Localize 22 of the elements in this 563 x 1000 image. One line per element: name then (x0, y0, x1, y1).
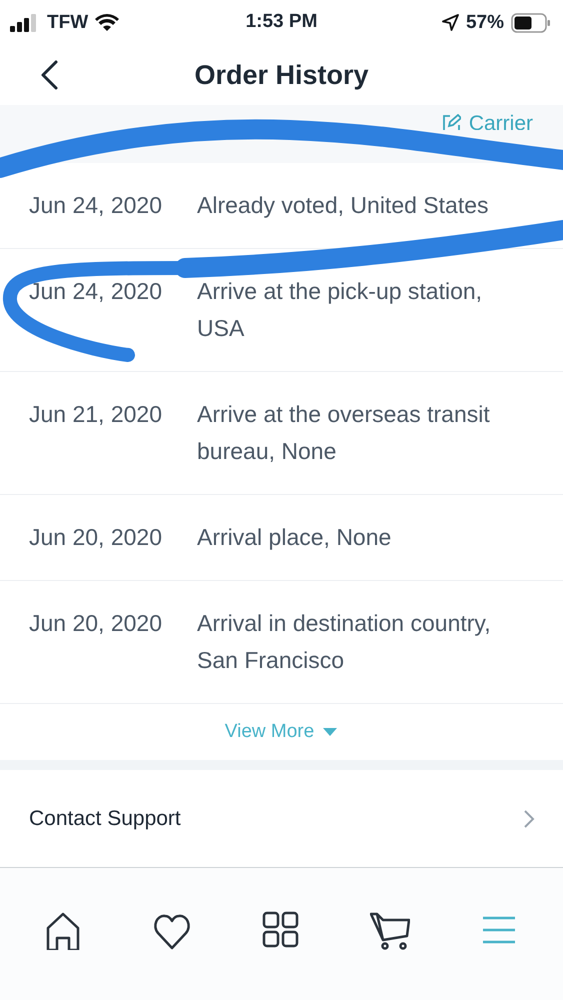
carrier-link[interactable]: Carrier (442, 113, 533, 130)
page-title: Order History (194, 60, 369, 90)
event-description: Arrival in destination country, San Francisco (197, 609, 492, 675)
event-date: Jun 20, 2020 (29, 523, 164, 552)
clock-time: 1:53 PM (246, 11, 318, 32)
wifi-icon (95, 14, 120, 32)
event-description: Arrive at the pick-up station, USA (197, 277, 484, 343)
event-description: Already voted, United States (197, 191, 488, 220)
event-date: Jun 24, 2020 (29, 191, 164, 220)
battery-icon (511, 12, 551, 32)
edit-icon (442, 114, 461, 130)
location-arrow-icon (442, 14, 459, 31)
chevron-right-icon (523, 808, 535, 828)
view-more-button[interactable]: View More (218, 720, 344, 744)
event-date: Jun 20, 2020 (29, 609, 164, 638)
event-date: Jun 21, 2020 (29, 400, 164, 429)
event-description: Arrival place, None (197, 523, 392, 552)
carrier-name: TFW (47, 12, 88, 34)
event-description: Arrive at the overseas transit bureau, None (197, 400, 491, 466)
event-date: Jun 24, 2020 (29, 277, 164, 306)
caret-down-icon (322, 727, 338, 737)
battery-percentage: 57% (466, 12, 504, 34)
